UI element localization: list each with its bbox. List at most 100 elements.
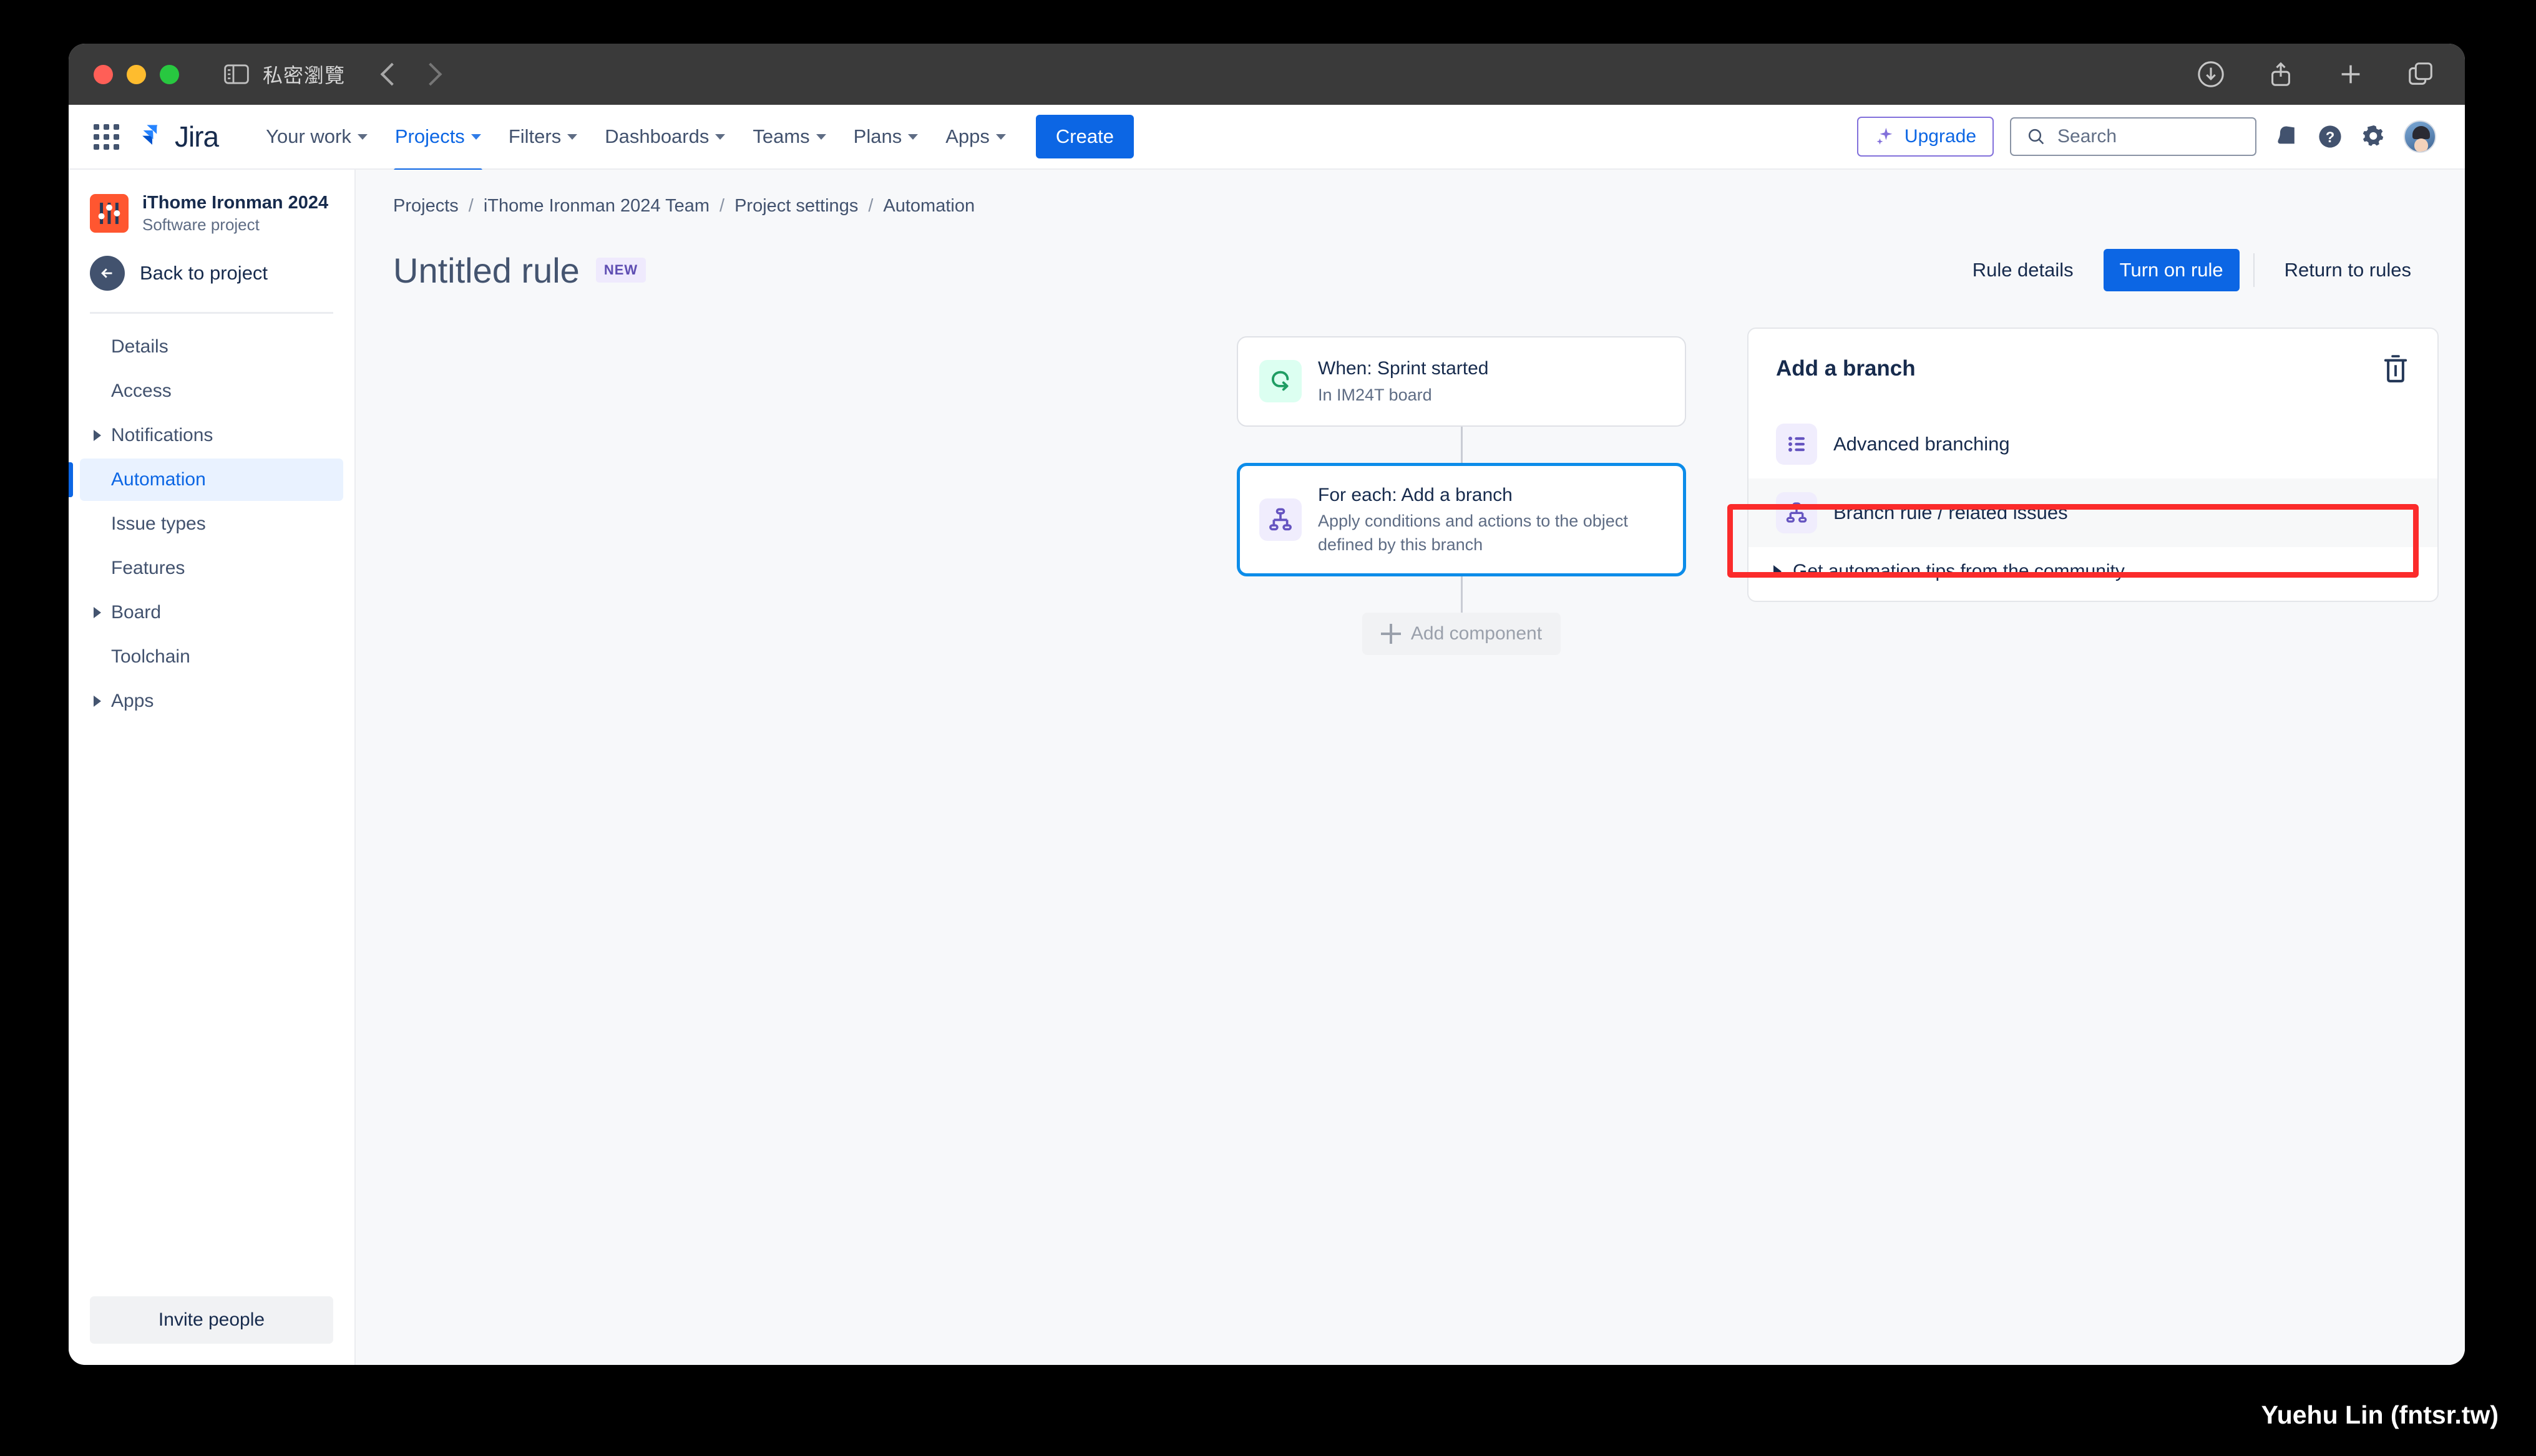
nav-item-teams[interactable]: Teams: [739, 118, 839, 155]
nav-label: Filters: [508, 125, 562, 147]
breadcrumb-automation[interactable]: Automation: [883, 196, 975, 216]
breadcrumb-projects[interactable]: Projects: [393, 196, 459, 216]
sidebar-item-label: Notifications: [111, 425, 213, 446]
breadcrumb-separator: /: [719, 196, 725, 216]
project-settings-sidebar: iThome Ironman 2024 ... Software project…: [69, 170, 356, 1365]
rule-canvas: When: Sprint started In IM24T board For …: [356, 291, 2465, 1365]
plus-icon[interactable]: [2336, 60, 2365, 89]
sidebar-item-label: Toolchain: [111, 646, 190, 667]
action-divider: [2253, 253, 2255, 287]
upgrade-button[interactable]: Upgrade: [1856, 117, 1994, 157]
nav-item-dashboards[interactable]: Dashboards: [591, 118, 739, 155]
sidebar-item-features[interactable]: Features: [80, 547, 343, 590]
tabs-icon[interactable]: [2406, 60, 2435, 89]
sidebar-item-apps[interactable]: Apps: [80, 680, 343, 722]
return-to-rules-button[interactable]: Return to rules: [2268, 249, 2427, 291]
forward-chevron-icon[interactable]: [419, 62, 442, 86]
chevron-right-icon: [1773, 565, 1782, 578]
project-type: Software project: [142, 215, 260, 235]
close-window-button[interactable]: [94, 64, 113, 84]
share-icon[interactable]: [2266, 60, 2295, 89]
back-to-project-button[interactable]: Back to project: [69, 235, 354, 312]
upgrade-label: Upgrade: [1904, 126, 1976, 147]
sidebar-item-toolchain[interactable]: Toolchain: [80, 636, 343, 678]
settings-gear-icon[interactable]: [2360, 123, 2387, 150]
rule-node-subtitle: In IM24T board: [1318, 385, 1432, 404]
sidebar-item-label: Apps: [111, 691, 154, 712]
sidebar-item-label: Issue types: [111, 513, 206, 535]
panel-option-advanced-branching[interactable]: Advanced branching: [1748, 410, 2437, 478]
chevron-down-icon: [908, 133, 919, 140]
add-component-label: Add component: [1410, 623, 1543, 644]
chevron-right-icon: [94, 607, 101, 619]
sidebar-item-notifications[interactable]: Notifications: [80, 414, 343, 457]
sidebar-item-board[interactable]: Board: [80, 591, 343, 634]
rule-details-button[interactable]: Rule details: [1956, 249, 2090, 291]
sidebar-item-label: Automation: [111, 469, 206, 490]
main-content: Projects / iThome Ironman 2024 Team / Pr…: [356, 170, 2465, 1365]
app-body: iThome Ironman 2024 ... Software project…: [69, 170, 2465, 1365]
back-chevron-icon[interactable]: [380, 62, 404, 86]
sidebar-item-issue-types[interactable]: Issue types: [80, 503, 343, 545]
chevron-down-icon: [471, 133, 481, 140]
project-avatar-icon: [90, 194, 129, 233]
page-title[interactable]: Untitled rule: [393, 250, 580, 291]
minimize-window-button[interactable]: [127, 64, 146, 84]
chevron-down-icon: [816, 133, 826, 140]
project-header[interactable]: iThome Ironman 2024 ... Software project: [69, 186, 354, 235]
chevron-down-icon: [567, 133, 578, 140]
nav-item-apps[interactable]: Apps: [932, 118, 1020, 155]
rule-chain: When: Sprint started In IM24T board For …: [1237, 336, 1686, 655]
search-input[interactable]: Search: [2010, 117, 2256, 156]
help-icon[interactable]: ?: [2316, 123, 2344, 150]
sidebar-item-label: Details: [111, 336, 168, 357]
breadcrumb-project-settings[interactable]: Project settings: [734, 196, 858, 216]
nav-label: Your work: [266, 125, 351, 147]
plus-icon: [1380, 623, 1401, 644]
rule-node-trigger[interactable]: When: Sprint started In IM24T board: [1237, 336, 1686, 427]
svg-text:?: ?: [2326, 129, 2335, 146]
create-button[interactable]: Create: [1035, 115, 1134, 158]
sidebar-item-automation[interactable]: Automation: [69, 459, 343, 502]
nav-item-projects[interactable]: Projects: [381, 118, 495, 173]
branch-tree-icon: [1259, 498, 1302, 541]
panel-title: Add a branch: [1776, 356, 1916, 381]
panel-option-label: Advanced branching: [1833, 433, 2010, 455]
rule-node-title: For each: Add a branch: [1318, 484, 1513, 505]
panel-option-branch-rule-related-issues[interactable]: Branch rule / related issues: [1748, 478, 2437, 547]
breadcrumb-separator: /: [468, 196, 474, 216]
download-icon[interactable]: [2197, 60, 2225, 89]
rule-node-branch[interactable]: For each: Add a branch Apply conditions …: [1237, 462, 1686, 576]
page-actions: Rule details Turn on rule Return to rule…: [1956, 249, 2427, 291]
jira-wordmark: Jira: [175, 120, 219, 153]
jira-top-nav: Jira Your work Projects Filters Dashboar…: [69, 105, 2465, 173]
trash-icon[interactable]: [2381, 352, 2410, 385]
back-arrow-icon: [90, 256, 125, 291]
nav-label: Dashboards: [605, 125, 710, 147]
breadcrumb-separator: /: [868, 196, 874, 216]
sidebar-item-label: Access: [111, 381, 172, 402]
turn-on-rule-button[interactable]: Turn on rule: [2103, 249, 2240, 291]
node-connector: [1460, 576, 1463, 613]
sidebar-toggle-icon[interactable]: [224, 64, 249, 85]
breadcrumb-project-team[interactable]: iThome Ironman 2024 Team: [484, 196, 710, 216]
rule-node-title: When: Sprint started: [1318, 358, 1489, 379]
nav-item-filters[interactable]: Filters: [495, 118, 591, 155]
maximize-window-button[interactable]: [160, 64, 179, 84]
nav-item-plans[interactable]: Plans: [840, 118, 932, 155]
app-switcher-icon[interactable]: [94, 124, 119, 150]
sparkle-icon: [1876, 127, 1893, 145]
add-component-button[interactable]: Add component: [1362, 612, 1561, 655]
sidebar-item-access[interactable]: Access: [80, 370, 343, 412]
user-avatar[interactable]: [2404, 120, 2436, 153]
invite-people-button[interactable]: Invite people: [90, 1296, 333, 1344]
notifications-bell-icon[interactable]: [2273, 123, 2300, 150]
jira-home-logo[interactable]: Jira: [138, 120, 219, 153]
sidebar-item-details[interactable]: Details: [80, 326, 343, 368]
branch-tree-icon: [1776, 492, 1817, 533]
nav-item-your-work[interactable]: Your work: [252, 118, 381, 155]
chevron-right-icon: [94, 430, 101, 442]
browser-window: 私密瀏覽 Jira Your work Projects Filters Das…: [69, 44, 2465, 1365]
chevron-down-icon: [357, 133, 368, 140]
automation-tips-toggle[interactable]: Get automation tips from the community: [1748, 547, 2437, 582]
